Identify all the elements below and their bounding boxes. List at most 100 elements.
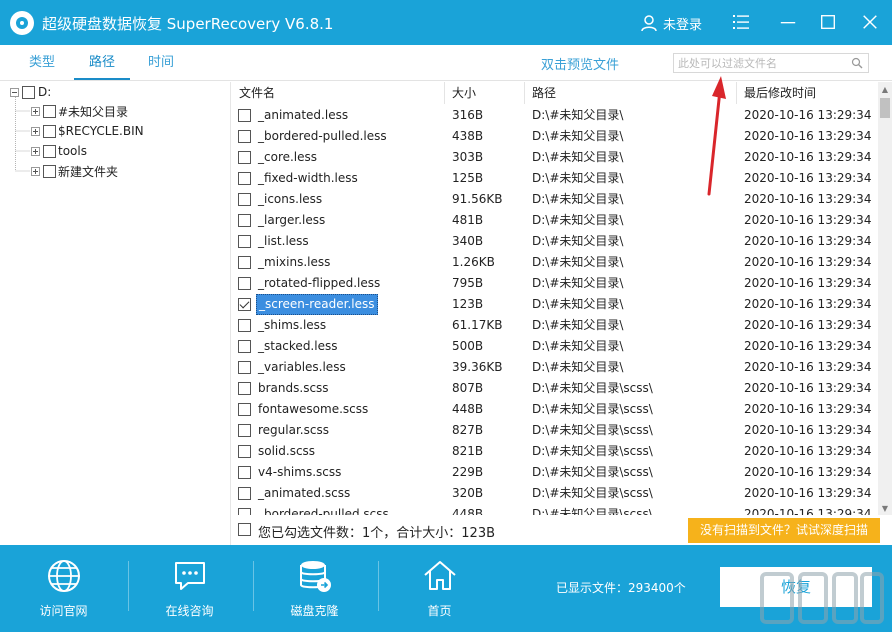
maximize-button[interactable] (815, 9, 841, 35)
file-checkbox[interactable] (238, 193, 251, 206)
file-checkbox[interactable] (238, 361, 251, 374)
file-checkbox[interactable] (238, 424, 251, 437)
select-all-checkbox[interactable] (238, 523, 251, 536)
expand-toggle-icon[interactable] (31, 106, 40, 116)
column-header-size[interactable]: 大小 (445, 82, 525, 104)
file-name-cell: regular.scss (258, 423, 329, 437)
file-row[interactable]: v4-shims.scss 229B D:\#未知父目录\scss\ 2020-10-… (232, 462, 877, 483)
expand-toggle-icon[interactable] (31, 166, 40, 176)
online-consult-button[interactable]: 在线咨询 (127, 545, 252, 632)
tree-node[interactable]: tools (31, 141, 87, 161)
file-checkbox[interactable] (238, 172, 251, 185)
file-row[interactable]: solid.scss 821B D:\#未知父目录\scss\ 2020-10-16 … (232, 441, 877, 462)
file-name-cell: _bordered-pulled.scss (258, 507, 389, 515)
file-checkbox[interactable] (238, 130, 251, 143)
file-row[interactable]: fontawesome.scss 448B D:\#未知父目录\scss\ 2020-… (232, 399, 877, 420)
file-row[interactable]: _rotated-flipped.less 795B D:\#未知父目录\ 2020-… (232, 273, 877, 294)
file-row[interactable]: _list.less 340B D:\#未知父目录\ 2020-10-16 13:29… (232, 231, 877, 252)
menu-button[interactable] (728, 9, 754, 35)
watermark-logo-icon (760, 572, 884, 624)
file-checkbox[interactable] (238, 298, 251, 311)
file-row[interactable]: _animated.scss 320B D:\#未知父目录\scss\ 2020-10… (232, 483, 877, 504)
minimize-icon (780, 22, 796, 24)
file-row[interactable]: _bordered-pulled.less 438B D:\#未知父目录\ 2020-… (232, 126, 877, 147)
chat-icon (175, 562, 205, 590)
tree-checkbox[interactable] (43, 104, 56, 118)
file-row[interactable]: _icons.less 91.56KB D:\#未知父目录\ 2020-10-16 1… (232, 189, 877, 210)
file-path-cell: D:\#未知父目录\ (532, 129, 624, 143)
preview-file-link[interactable]: 双击预览文件 (541, 54, 619, 73)
file-row[interactable]: _stacked.less 500B D:\#未知父目录\ 2020-10-16 13… (232, 336, 877, 357)
file-row[interactable]: _screen-reader.less 123B D:\#未知父目录\ 2020-10… (232, 294, 877, 315)
file-checkbox[interactable] (238, 151, 251, 164)
file-name-cell: _list.less (258, 234, 309, 248)
tab-time[interactable]: 时间 (140, 45, 182, 80)
scroll-up-icon[interactable]: ▲ (878, 82, 892, 96)
login-button[interactable]: 未登录 (640, 12, 702, 34)
file-row[interactable]: _core.less 303B D:\#未知父目录\ 2020-10-16 13:29… (232, 147, 877, 168)
tree-node-label: $RECYCLE.BIN (58, 124, 144, 138)
file-checkbox[interactable] (238, 277, 251, 290)
tree-checkbox[interactable] (43, 144, 56, 158)
disk-clone-button[interactable]: 磁盘克隆 (252, 545, 377, 632)
scroll-down-icon[interactable]: ▼ (878, 501, 892, 515)
file-name-cell: solid.scss (258, 444, 316, 458)
file-row[interactable]: _bordered-pulled.scss 448B D:\#未知父目录\scss\… (232, 504, 877, 515)
file-size-cell: 303B (452, 150, 484, 164)
file-name-cell: _icons.less (258, 192, 323, 206)
tab-path[interactable]: 路径 (74, 45, 130, 80)
displayed-files-count: 已显示文件：293400个 (556, 581, 686, 595)
expand-toggle-icon[interactable] (31, 126, 40, 136)
app-window: 超级硬盘数据恢复 SuperRecovery V6.8.1 未登录 类型 路径 … (0, 0, 892, 632)
visit-website-button[interactable]: 访问官网 (1, 545, 126, 632)
scroll-thumb[interactable] (880, 98, 890, 118)
tree-checkbox[interactable] (22, 85, 35, 99)
file-checkbox[interactable] (238, 214, 251, 227)
file-checkbox[interactable] (238, 487, 251, 500)
tab-type[interactable]: 类型 (22, 45, 62, 80)
file-row[interactable]: _fixed-width.less 125B D:\#未知父目录\ 2020-10-1… (232, 168, 877, 189)
file-name-cell: _mixins.less (258, 255, 331, 269)
file-checkbox[interactable] (238, 235, 251, 248)
file-checkbox[interactable] (238, 466, 251, 479)
expand-toggle-icon[interactable] (31, 146, 40, 156)
file-size-cell: 39.36KB (452, 360, 503, 374)
collapse-toggle-icon[interactable] (10, 87, 19, 97)
tree-node-root[interactable]: D: (10, 82, 51, 102)
selection-summary-text: 您已勾选文件数：1个，合计大小：123B (258, 526, 496, 541)
tree-node[interactable]: $RECYCLE.BIN (31, 121, 144, 141)
file-checkbox[interactable] (238, 109, 251, 122)
file-modified-time-cell: 2020-10-16 13:29:34 (744, 381, 872, 395)
file-checkbox[interactable] (238, 340, 251, 353)
file-row[interactable]: brands.scss 807B D:\#未知父目录\scss\ 2020-10-16… (232, 378, 877, 399)
file-checkbox[interactable] (238, 319, 251, 332)
file-row[interactable]: regular.scss 827B D:\#未知父目录\scss\ 2020-10-1… (232, 420, 877, 441)
file-checkbox[interactable] (238, 445, 251, 458)
file-row[interactable]: _larger.less 481B D:\#未知父目录\ 2020-10-16 13:… (232, 210, 877, 231)
file-checkbox[interactable] (238, 403, 251, 416)
deep-scan-button[interactable]: 没有扫描到文件？试试深度扫描 (688, 518, 880, 543)
column-header-name[interactable]: 文件名 (232, 82, 445, 104)
filename-filter-input[interactable] (678, 55, 846, 71)
home-button[interactable]: 首页 (377, 545, 502, 632)
tree-node[interactable]: 新建文件夹 (31, 161, 118, 181)
file-list-scrollbar[interactable]: ▲ ▼ (878, 82, 892, 515)
file-row[interactable]: _shims.less 61.17KB D:\#未知父目录\ 2020-10-16 1… (232, 315, 877, 336)
file-checkbox[interactable] (238, 382, 251, 395)
file-size-cell: 1.26KB (452, 255, 495, 269)
tree-checkbox[interactable] (43, 124, 56, 138)
file-row[interactable]: _animated.less 316B D:\#未知父目录\ 2020-10-16 1… (232, 105, 877, 126)
file-checkbox[interactable] (238, 508, 251, 515)
file-checkbox[interactable] (238, 256, 251, 269)
annotation-arrow-icon (707, 76, 726, 196)
file-path-cell: D:\#未知父目录\ (532, 192, 624, 206)
column-header-time[interactable]: 最后修改时间 (737, 82, 877, 104)
file-row[interactable]: _variables.less 39.36KB D:\#未知父目录\ 2020-10-… (232, 357, 877, 378)
search-icon[interactable] (851, 57, 863, 69)
file-modified-time-cell: 2020-10-16 13:29:34 (744, 192, 872, 206)
tree-node[interactable]: #未知父目录 (31, 101, 128, 121)
file-row[interactable]: _mixins.less 1.26KB D:\#未知父目录\ 2020-10-16 1… (232, 252, 877, 273)
close-button[interactable] (857, 9, 883, 35)
minimize-button[interactable] (775, 9, 801, 35)
tree-checkbox[interactable] (43, 164, 56, 178)
